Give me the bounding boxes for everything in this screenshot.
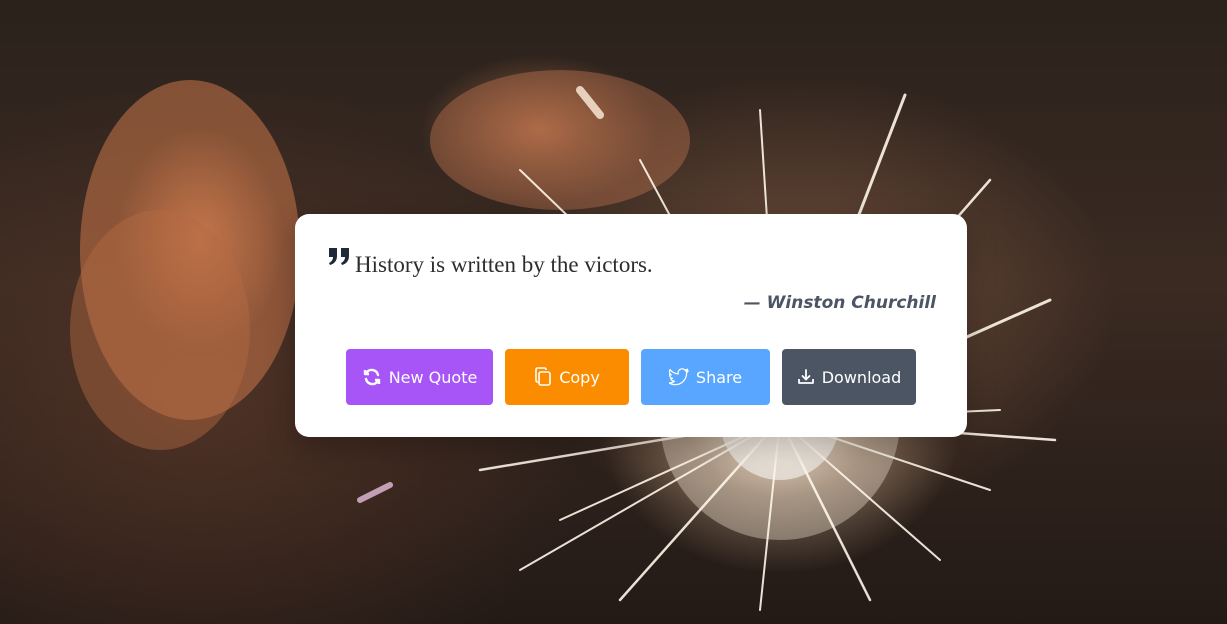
share-label: Share xyxy=(695,367,743,387)
download-button[interactable]: Download xyxy=(782,349,916,405)
share-button[interactable]: Share xyxy=(641,349,770,405)
quote-text: History is written by the victors. xyxy=(355,252,653,277)
twitter-icon xyxy=(668,368,689,386)
refresh-icon xyxy=(363,368,380,386)
download-label: Download xyxy=(821,367,902,387)
copy-icon xyxy=(535,367,552,386)
new-quote-button[interactable]: New Quote xyxy=(346,349,493,405)
quote-icon xyxy=(329,248,349,265)
quote-author: — Winston Churchill xyxy=(743,293,936,313)
copy-button[interactable]: Copy xyxy=(505,349,629,405)
new-quote-label: New Quote xyxy=(388,367,478,387)
download-icon xyxy=(797,369,814,384)
copy-label: Copy xyxy=(559,367,600,387)
